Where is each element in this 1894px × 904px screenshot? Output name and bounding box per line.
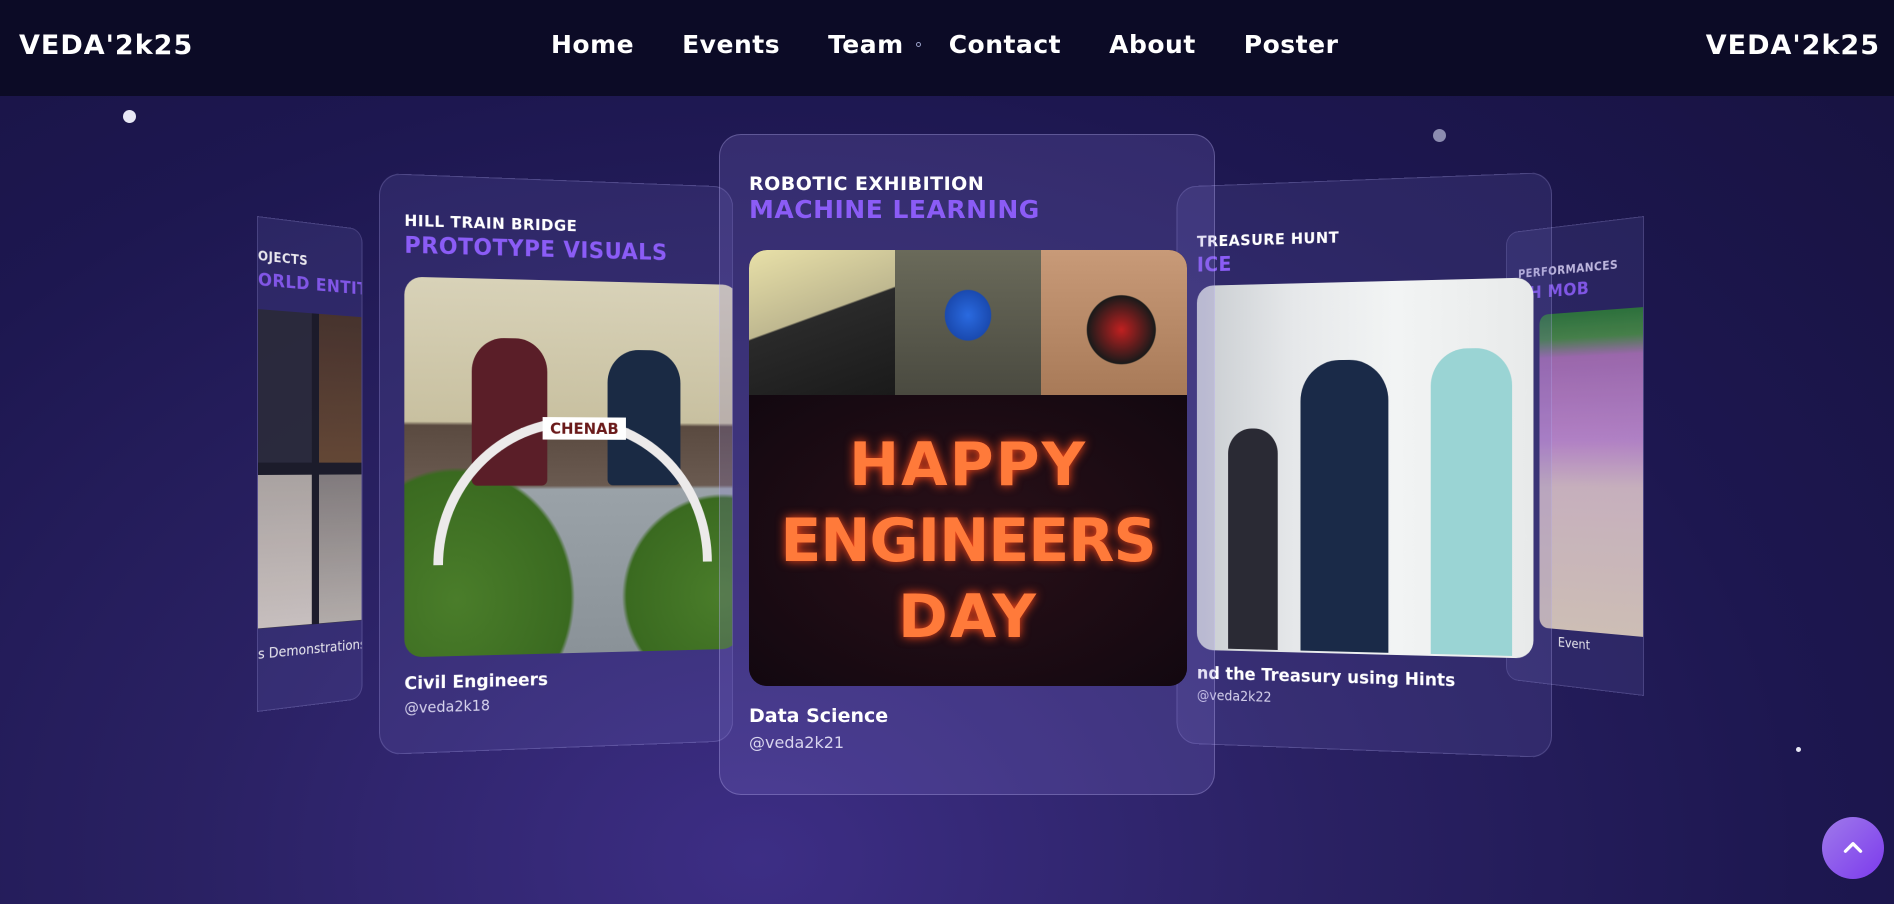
card-headline: PROTOTYPE VISUALS: [404, 232, 668, 266]
wheeled-robot-photo: [1041, 250, 1187, 395]
person-student-3: [1430, 347, 1513, 656]
projects-photo: [257, 309, 363, 629]
robotics-collage-photo: HAPPY ENGINEERS DAY: [749, 250, 1187, 686]
brand-logo-right[interactable]: VEDA'2k25: [1706, 30, 1880, 61]
nav-events[interactable]: Events: [682, 30, 780, 59]
led-sign: HAPPY ENGINEERS DAY: [749, 395, 1187, 686]
cursor-dot-icon: [915, 42, 921, 47]
card-kicker: TREASURE HUNT: [1196, 227, 1340, 251]
card-caption: Data Science: [749, 705, 889, 727]
star-dot: [123, 110, 136, 123]
nav-poster[interactable]: Poster: [1244, 30, 1339, 59]
person-student-2: [1300, 359, 1389, 653]
led-line: HAPPY: [848, 429, 1088, 500]
card-caption: Civil Engineers: [404, 669, 548, 695]
sensor-robot-photo: [749, 250, 895, 395]
card-kicker: OJECTS: [257, 249, 309, 270]
event-card-treasure-hunt[interactable]: TREASURE HUNT ICE nd the Treasury using …: [1176, 172, 1552, 758]
nav-home[interactable]: Home: [551, 30, 634, 59]
card-caption: Event: [1557, 635, 1591, 654]
scroll-to-top-button[interactable]: [1822, 817, 1884, 879]
nav-team[interactable]: Team: [828, 30, 904, 59]
nav-about[interactable]: About: [1109, 30, 1196, 59]
humanoid-robot-photo: [895, 250, 1041, 395]
card-caption: nd the Treasury using Hints: [1196, 663, 1456, 692]
nav-contact[interactable]: Contact: [949, 30, 1061, 59]
card-handle: @veda2k21: [749, 733, 845, 752]
chevron-up-icon: [1843, 842, 1863, 853]
led-line: DAY: [898, 581, 1038, 652]
chenab-banner: CHENAB: [542, 417, 626, 440]
card-headline: ORLD ENTITIES: [257, 269, 363, 303]
card-kicker: HILL TRAIN BRIDGE: [404, 210, 578, 236]
navbar: VEDA'2k25 Home Events Team Contact About…: [0, 0, 1894, 96]
star-dot: [1433, 129, 1446, 142]
person-student-1: [1228, 428, 1278, 651]
treasure-hunt-photo: [1196, 277, 1534, 659]
nav-links: Home Events Team Contact About Poster: [551, 30, 1386, 59]
event-card-projects[interactable]: OJECTS ORLD ENTITIES s Demonstrations: [257, 216, 363, 712]
card-handle: @veda2k18: [404, 696, 490, 718]
led-line: ENGINEERS: [780, 505, 1156, 576]
card-caption: s Demonstrations: [257, 636, 363, 663]
star-dot: [1796, 747, 1801, 752]
card-headline: MACHINE LEARNING: [749, 195, 1040, 224]
flash-mob-photo: [1539, 306, 1644, 638]
event-card-robotics[interactable]: ROBOTIC EXHIBITION MACHINE LEARNING HAPP…: [719, 134, 1215, 795]
brand-logo-left[interactable]: VEDA'2k25: [19, 30, 193, 61]
card-kicker: ROBOTIC EXHIBITION: [749, 173, 985, 195]
event-card-bridge[interactable]: HILL TRAIN BRIDGE PROTOTYPE VISUALS CHEN…: [379, 173, 734, 755]
bridge-model-photo: CHENAB: [404, 276, 734, 658]
